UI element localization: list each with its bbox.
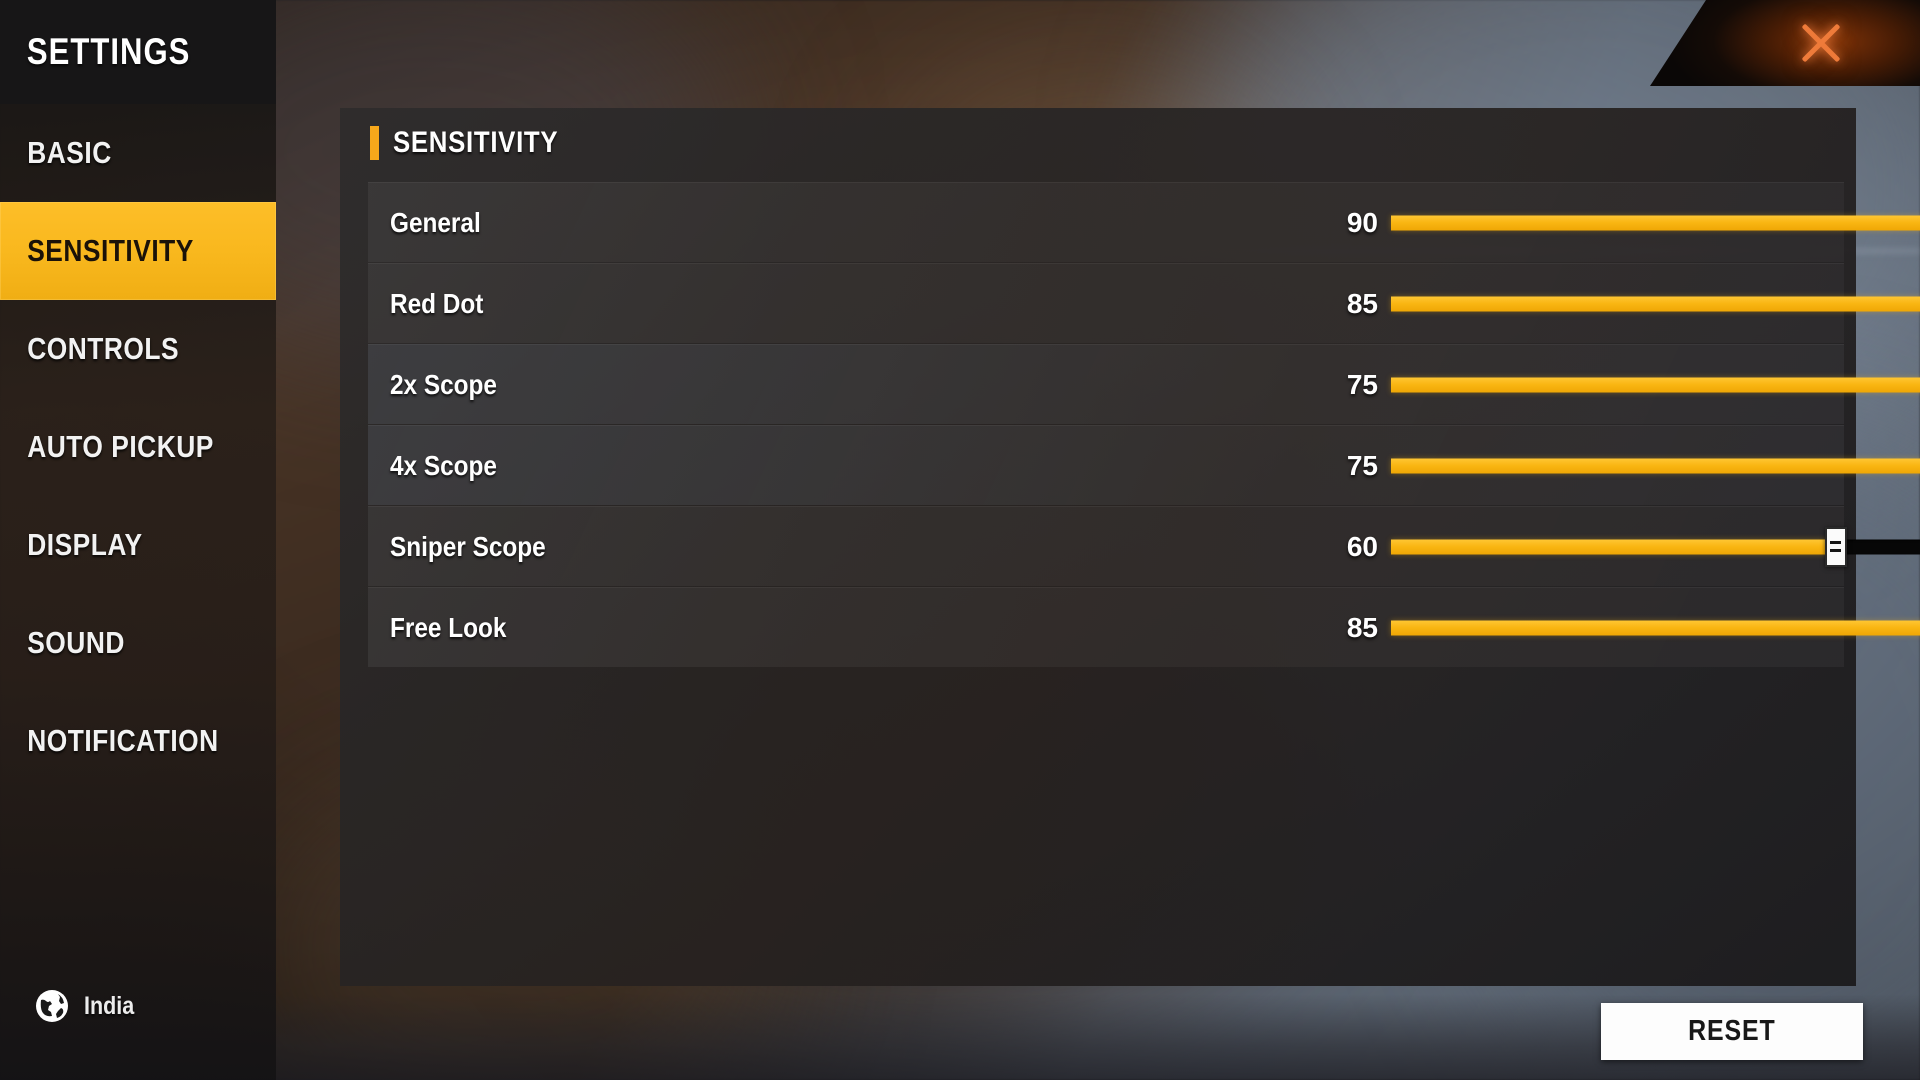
accent-bar-icon [370,126,379,160]
sidebar: SETTINGS BASIC SENSITIVITY CONTROLS AUTO PI… [0,0,276,1080]
panel-title: SENSITIVITY [393,126,559,159]
sensitivity-slider[interactable] [1391,608,1920,648]
sidebar-item-notification[interactable]: NOTIFICATION [0,692,276,790]
slider-fill [1391,296,1920,311]
sensitivity-row[interactable]: 4x Scope 75 [368,425,1920,505]
sidebar-item-label: NOTIFICATION [27,723,219,758]
sidebar-item-auto-pickup[interactable]: AUTO PICKUP [0,398,276,496]
sensitivity-row-label: Red Dot [390,287,484,319]
sensitivity-row-label: Free Look [390,611,507,643]
close-icon [1794,16,1848,70]
sidebar-item-sensitivity[interactable]: SENSITIVITY [0,202,276,300]
sensitivity-row-value: 90 [1346,206,1378,238]
sensitivity-row-label: Sniper Scope [390,530,546,562]
sidebar-item-label: SOUND [27,625,125,660]
sensitivity-row-value: 75 [1346,368,1378,400]
sensitivity-panel: SENSITIVITY General 90 Red Dot 85 2x Scope 75… [340,108,1920,986]
sensitivity-slider[interactable] [1391,526,1920,567]
sidebar-item-label: AUTO PICKUP [27,429,214,464]
panel-header: SENSITIVITY [370,126,585,160]
sidebar-item-label: DISPLAY [27,527,143,562]
sensitivity-row-list: General 90 Red Dot 85 2x Scope 75 4x Scope 75 Sn… [368,182,1920,668]
settings-screen: SETTINGS BASIC SENSITIVITY CONTROLS AUTO PI… [0,0,1920,1080]
globe-icon [34,988,70,1024]
sensitivity-slider[interactable] [1391,446,1920,486]
sensitivity-row[interactable]: Free Look 85 [368,587,1920,667]
locale-selector[interactable]: India [34,988,142,1024]
sensitivity-row[interactable]: Sniper Scope 60 [368,506,1920,586]
sensitivity-row-label: 2x Scope [390,368,497,400]
sidebar-item-label: BASIC [27,135,112,170]
slider-fill [1391,539,1836,554]
slider-fill [1391,458,1920,473]
sensitivity-row[interactable]: Red Dot 85 [368,263,1920,343]
sidebar-nav: BASIC SENSITIVITY CONTROLS AUTO PICKUP DISPL… [0,104,276,790]
sidebar-item-controls[interactable]: CONTROLS [0,300,276,398]
reset-button-label: RESET [1688,1015,1776,1047]
slider-fill [1391,377,1920,392]
sensitivity-slider[interactable] [1391,365,1920,405]
sensitivity-row-value: 85 [1346,287,1378,319]
sensitivity-slider[interactable] [1391,284,1920,324]
page-title: SETTINGS [26,31,191,72]
sidebar-item-label: SENSITIVITY [27,233,194,268]
reset-button[interactable]: RESET [1601,1003,1863,1060]
sensitivity-row[interactable]: General 90 [368,182,1920,262]
slider-handle[interactable] [1824,526,1847,567]
sidebar-item-label: CONTROLS [27,331,180,366]
sensitivity-slider[interactable] [1391,203,1920,243]
sidebar-item-basic[interactable]: BASIC [0,104,276,202]
sidebar-item-display[interactable]: DISPLAY [0,496,276,594]
sensitivity-row-label: General [390,206,481,238]
sensitivity-row[interactable]: 2x Scope 75 [368,344,1920,424]
sidebar-header: SETTINGS [0,0,276,104]
sensitivity-row-label: 4x Scope [390,449,497,481]
sensitivity-row-value: 85 [1346,611,1378,643]
locale-label: India [84,991,135,1020]
slider-fill [1391,215,1920,230]
sensitivity-row-value: 75 [1346,449,1378,481]
slider-fill [1391,620,1920,635]
sidebar-item-sound[interactable]: SOUND [0,594,276,692]
sensitivity-row-value: 60 [1346,530,1378,562]
